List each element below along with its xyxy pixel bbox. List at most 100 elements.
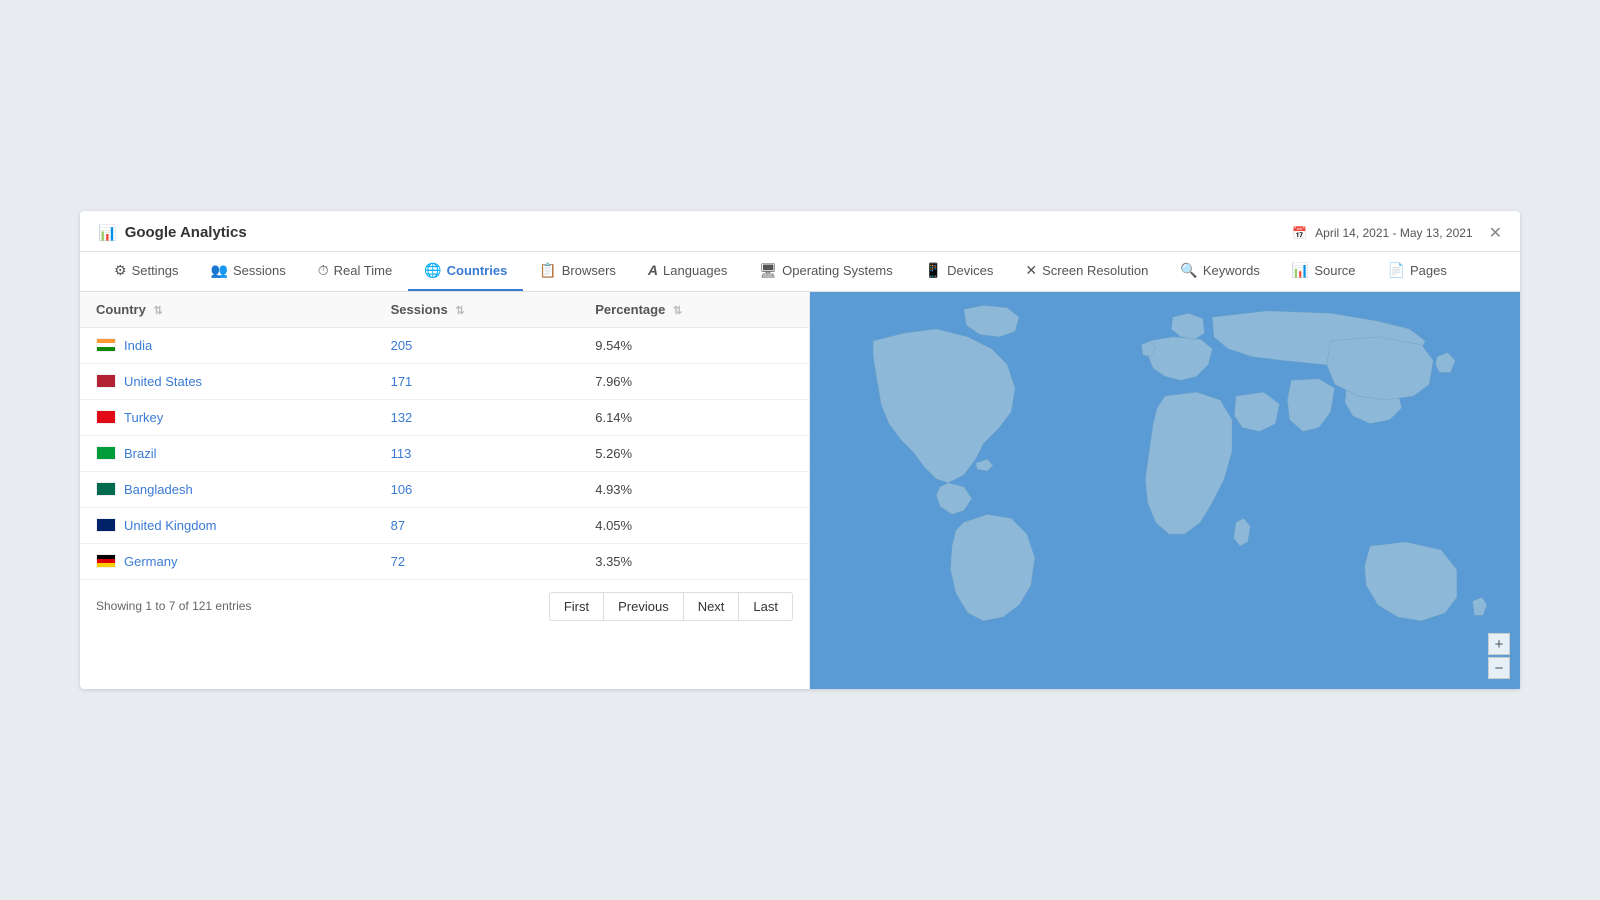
tab-countries[interactable]: 🌐 Countries: [408, 252, 523, 291]
tab-sessions-label: Sessions: [233, 263, 286, 278]
world-map[interactable]: + −: [810, 292, 1520, 689]
cell-percentage-3: 5.26%: [579, 435, 809, 471]
previous-button[interactable]: Previous: [604, 592, 684, 621]
country-name[interactable]: United States: [124, 374, 202, 389]
cell-percentage-6: 3.35%: [579, 543, 809, 579]
table-row: United States 1717.96%: [80, 363, 809, 399]
settings-icon: ⚙: [114, 262, 127, 279]
browsers-icon: 📋: [539, 262, 556, 279]
tab-settings[interactable]: ⚙ Settings: [98, 252, 195, 291]
last-button[interactable]: Last: [739, 592, 793, 621]
col-country[interactable]: Country ⇅: [80, 292, 375, 328]
cell-country-4: Bangladesh: [80, 471, 375, 507]
devices-icon: 📱: [925, 262, 942, 279]
world-map-svg: [810, 292, 1520, 689]
sort-percentage-icon[interactable]: ⇅: [673, 305, 682, 317]
tab-browsers[interactable]: 📋 Browsers: [523, 252, 632, 291]
analytics-card: 📊 Google Analytics 📅 April 14, 2021 - Ma…: [80, 211, 1520, 689]
header-right: 📅 April 14, 2021 - May 13, 2021 ✕: [1292, 223, 1502, 243]
tab-realtime-label: Real Time: [334, 263, 393, 278]
calendar-icon: 📅: [1292, 226, 1307, 240]
tab-screen-res-label: Screen Resolution: [1042, 263, 1148, 278]
cell-percentage-1: 7.96%: [579, 363, 809, 399]
cell-sessions-3: 113: [375, 435, 580, 471]
cell-country-2: Turkey: [80, 399, 375, 435]
card-header: 📊 Google Analytics 📅 April 14, 2021 - Ma…: [80, 211, 1520, 252]
table-header-row: Country ⇅ Sessions ⇅ Percentage ⇅: [80, 292, 809, 328]
realtime-icon: ⏱: [318, 262, 329, 279]
country-name[interactable]: United Kingdom: [124, 518, 217, 533]
close-button[interactable]: ✕: [1489, 223, 1502, 243]
tab-source[interactable]: 📊 Source: [1276, 252, 1372, 291]
flag-united-kingdom: [96, 518, 116, 532]
tab-sessions[interactable]: 👥 Sessions: [195, 252, 302, 291]
next-button[interactable]: Next: [684, 592, 740, 621]
cell-percentage-5: 4.05%: [579, 507, 809, 543]
col-sessions[interactable]: Sessions ⇅: [375, 292, 580, 328]
cell-country-6: Germany: [80, 543, 375, 579]
flag-bangladesh: [96, 482, 116, 496]
flag-united-states: [96, 374, 116, 388]
country-name[interactable]: Brazil: [124, 446, 157, 461]
table-row: Turkey 1326.14%: [80, 399, 809, 435]
bar-chart-icon: 📊: [98, 224, 117, 242]
flag-india: [96, 338, 116, 352]
table-row: Brazil 1135.26%: [80, 435, 809, 471]
tab-countries-label: Countries: [447, 263, 508, 278]
cell-sessions-0: 205: [375, 327, 580, 363]
tab-languages-label: Languages: [663, 263, 727, 278]
zoom-in-button[interactable]: +: [1488, 633, 1510, 655]
flag-turkey: [96, 410, 116, 424]
tab-realtime[interactable]: ⏱ Real Time: [302, 252, 408, 291]
app-title-area: 📊 Google Analytics: [98, 224, 247, 242]
showing-text: Showing 1 to 7 of 121 entries: [96, 599, 251, 613]
tab-languages[interactable]: A Languages: [632, 252, 743, 290]
tab-bar: ⚙ Settings 👥 Sessions ⏱ Real Time 🌐 Coun…: [80, 252, 1520, 292]
table-row: Germany 723.35%: [80, 543, 809, 579]
cell-percentage-0: 9.54%: [579, 327, 809, 363]
tab-operating-systems[interactable]: 🖥 Operating Systems: [743, 252, 908, 291]
table-row: United Kingdom 874.05%: [80, 507, 809, 543]
tab-devices-label: Devices: [947, 263, 993, 278]
languages-icon: A: [648, 262, 658, 278]
screen-res-icon: ✕: [1025, 262, 1037, 279]
tab-pages[interactable]: 📄 Pages: [1372, 252, 1463, 291]
date-range: April 14, 2021 - May 13, 2021: [1315, 226, 1472, 240]
sessions-icon: 👥: [211, 262, 228, 279]
tab-pages-label: Pages: [1410, 263, 1447, 278]
pagination-buttons: First Previous Next Last: [549, 592, 793, 621]
tab-devices[interactable]: 📱 Devices: [909, 252, 1010, 291]
table-row: Bangladesh 1064.93%: [80, 471, 809, 507]
cell-country-1: United States: [80, 363, 375, 399]
first-button[interactable]: First: [549, 592, 604, 621]
cell-country-0: India: [80, 327, 375, 363]
map-zoom-controls: + −: [1488, 633, 1510, 679]
cell-percentage-4: 4.93%: [579, 471, 809, 507]
country-name[interactable]: Bangladesh: [124, 482, 193, 497]
sort-country-icon[interactable]: ⇅: [153, 305, 162, 317]
country-name[interactable]: Germany: [124, 554, 177, 569]
cell-sessions-5: 87: [375, 507, 580, 543]
table-row: India 2059.54%: [80, 327, 809, 363]
tab-keywords[interactable]: 🔍 Keywords: [1164, 252, 1276, 291]
sort-sessions-icon[interactable]: ⇅: [455, 305, 464, 317]
cell-sessions-1: 171: [375, 363, 580, 399]
cell-sessions-2: 132: [375, 399, 580, 435]
table-section: Country ⇅ Sessions ⇅ Percentage ⇅: [80, 292, 810, 689]
tab-keywords-label: Keywords: [1203, 263, 1260, 278]
country-name[interactable]: Turkey: [124, 410, 163, 425]
countries-icon: 🌐: [424, 262, 441, 279]
zoom-out-button[interactable]: −: [1488, 657, 1510, 679]
tab-screen-resolution[interactable]: ✕ Screen Resolution: [1009, 252, 1164, 291]
col-percentage[interactable]: Percentage ⇅: [579, 292, 809, 328]
cell-percentage-2: 6.14%: [579, 399, 809, 435]
cell-country-5: United Kingdom: [80, 507, 375, 543]
keywords-icon: 🔍: [1180, 262, 1197, 279]
app-title: Google Analytics: [125, 224, 247, 241]
flag-germany: [96, 554, 116, 568]
cell-sessions-4: 106: [375, 471, 580, 507]
country-name[interactable]: India: [124, 338, 152, 353]
pagination-area: Showing 1 to 7 of 121 entries First Prev…: [80, 580, 809, 633]
cell-sessions-6: 72: [375, 543, 580, 579]
flag-brazil: [96, 446, 116, 460]
